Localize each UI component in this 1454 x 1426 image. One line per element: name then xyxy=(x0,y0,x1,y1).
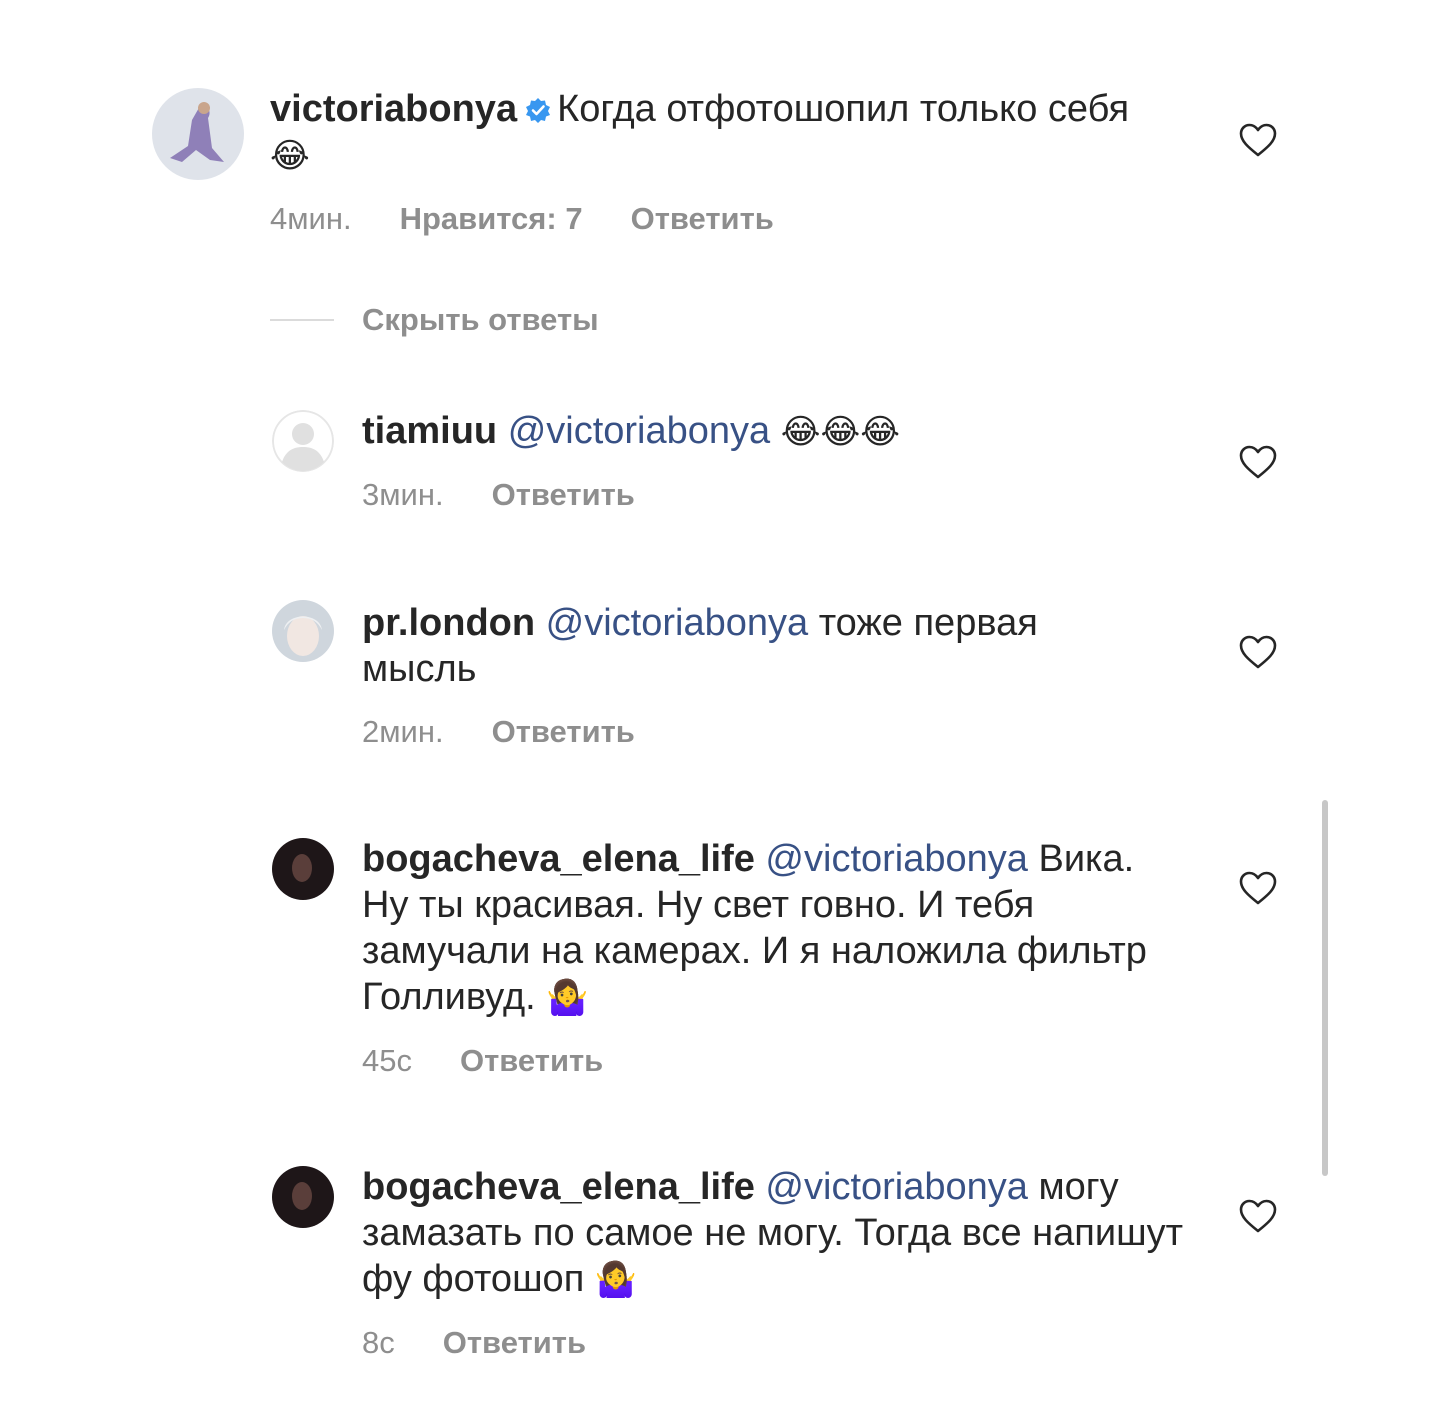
username[interactable]: tiamiuu xyxy=(362,410,497,452)
comment-meta: 45с Ответить xyxy=(362,1041,1182,1081)
like-heart-icon[interactable] xyxy=(1238,444,1278,480)
username[interactable]: bogacheva_elena_life xyxy=(362,838,755,880)
emoji: 🤷‍♀️ xyxy=(546,978,589,1018)
avatar-photo xyxy=(152,88,244,180)
like-heart-icon[interactable] xyxy=(1238,634,1278,670)
reply-button[interactable]: Ответить xyxy=(492,475,635,515)
mention-link[interactable]: @victoriabonya xyxy=(765,838,1027,880)
reply-button[interactable]: Ответить xyxy=(443,1323,586,1363)
divider xyxy=(270,319,334,321)
avatar[interactable] xyxy=(272,1166,334,1228)
avatar[interactable] xyxy=(272,410,334,472)
comment-meta: 3мин. Ответить xyxy=(362,475,1182,515)
like-heart-icon[interactable] xyxy=(1238,870,1278,906)
avatar[interactable] xyxy=(272,838,334,900)
avatar[interactable] xyxy=(272,600,334,662)
emoji: 😂😂😂 xyxy=(780,412,900,452)
like-heart-icon[interactable] xyxy=(1238,122,1278,158)
default-avatar-icon xyxy=(272,410,334,472)
comment-text: bogacheva_elena_life @victoriabonya Вика… xyxy=(362,836,1182,1021)
username[interactable]: pr.london xyxy=(362,602,535,644)
timestamp: 45с xyxy=(362,1043,412,1078)
mention-link[interactable]: @victoriabonya xyxy=(546,602,808,644)
mention-link[interactable]: @victoriabonya xyxy=(765,1166,1027,1208)
mention-link[interactable]: @victoriabonya xyxy=(508,410,770,452)
comment-meta: 8с Ответить xyxy=(362,1323,1192,1363)
hide-replies-button[interactable]: Скрыть ответы xyxy=(270,302,599,338)
reply-button[interactable]: Ответить xyxy=(460,1041,603,1081)
comment-meta: 4мин. Нравится: 7 Ответить xyxy=(270,199,1170,239)
avatar[interactable] xyxy=(152,88,244,180)
timestamp: 3мин. xyxy=(362,477,444,512)
comment-text: victoriabonya Когда отфотошопил только се… xyxy=(270,86,1170,179)
avatar-photo xyxy=(272,600,334,662)
emoji: 😂 xyxy=(270,136,310,176)
avatar-photo xyxy=(272,1166,334,1228)
reply-button[interactable]: Ответить xyxy=(631,199,774,239)
username[interactable]: bogacheva_elena_life xyxy=(362,1166,755,1208)
timestamp: 8с xyxy=(362,1325,395,1360)
comment-body: Когда отфотошопил только себя xyxy=(557,88,1130,130)
comment-text: bogacheva_elena_life @victoriabonya могу… xyxy=(362,1164,1192,1303)
emoji: 🤷‍♀️ xyxy=(594,1260,638,1300)
verified-badge-icon xyxy=(526,98,551,123)
like-heart-icon[interactable] xyxy=(1238,1198,1278,1234)
comment-meta: 2мин. Ответить xyxy=(362,712,1122,752)
timestamp: 2мин. xyxy=(362,714,444,749)
likes-count-button[interactable]: Нравится: 7 xyxy=(400,199,583,239)
comment-text: pr.london @victoriabonya тоже первая мыс… xyxy=(362,600,1122,692)
scrollbar[interactable] xyxy=(1322,800,1328,1176)
reply-button[interactable]: Ответить xyxy=(492,712,635,752)
timestamp: 4мин. xyxy=(270,201,352,236)
comment-text: tiamiuu @victoriabonya 😂😂😂 xyxy=(362,408,1182,455)
username[interactable]: victoriabonya xyxy=(270,88,517,130)
hide-replies-label: Скрыть ответы xyxy=(362,302,599,337)
avatar-photo xyxy=(272,838,334,900)
